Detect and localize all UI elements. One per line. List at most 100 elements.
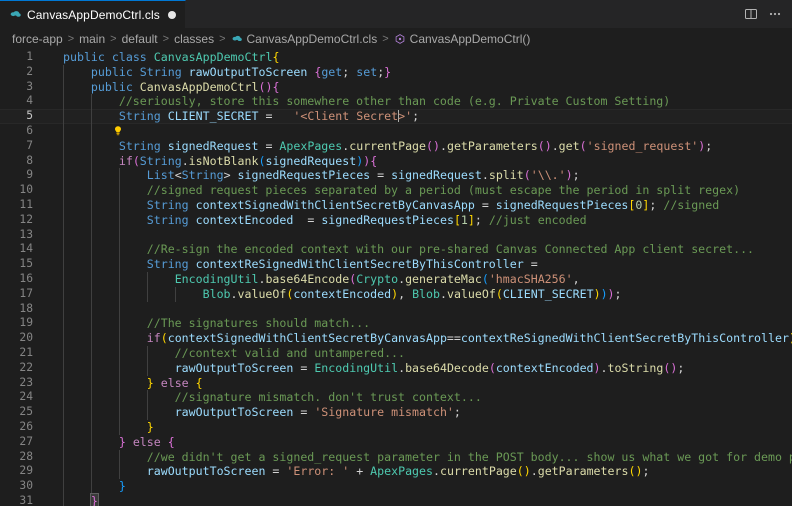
line-number: 21 — [19, 345, 33, 359]
breadcrumb-label: CanvasAppDemoCtrl() — [409, 32, 531, 46]
code-line[interactable]: 13 — [0, 227, 792, 243]
code-line[interactable]: 1 public class CanvasAppDemoCtrl{ — [0, 50, 792, 65]
code-line-active[interactable]: 5 String CLIENT_SECRET = '<Client Secret… — [0, 109, 792, 136]
line-content[interactable]: //we didn't get a signed_request paramet… — [63, 450, 792, 465]
line-content[interactable]: if(String.isNotBlank(signedRequest)){ — [63, 154, 377, 169]
line-content[interactable]: } else { — [63, 435, 175, 450]
code-editor[interactable]: 1 public class CanvasAppDemoCtrl{ 2 publ… — [0, 50, 792, 506]
breadcrumb-item-force-app[interactable]: force-app — [12, 32, 63, 46]
line-content[interactable] — [63, 124, 70, 139]
line-content[interactable]: //context valid and untampered... — [63, 346, 405, 361]
line-content[interactable] — [63, 228, 70, 243]
breadcrumb-label: main — [79, 32, 106, 46]
line-number: 7 — [26, 138, 33, 152]
code-line[interactable]: 16 EncodingUtil.base64Encode(Crypto.gene… — [0, 271, 792, 287]
line-number: 18 — [19, 301, 33, 315]
code-line[interactable]: 21 //context valid and untampered... — [0, 345, 792, 361]
line-content[interactable]: EncodingUtil.base64Encode(Crypto.generat… — [63, 272, 580, 287]
line-content[interactable]: List<String> signedRequestPieces = signe… — [63, 168, 580, 183]
code-line[interactable]: 30 } — [0, 479, 792, 494]
breadcrumb-item-default[interactable]: default — [122, 32, 158, 46]
line-number: 11 — [19, 197, 33, 211]
editor-tab-canvasappdemoctrl[interactable]: CanvasAppDemoCtrl.cls — [0, 0, 186, 28]
apex-file-icon — [9, 8, 22, 21]
line-number: 13 — [19, 227, 33, 241]
line-content[interactable]: String contextEncoded = signedRequestPie… — [63, 213, 587, 228]
line-content[interactable]: rawOutputToScreen = 'Error: ' + ApexPage… — [63, 464, 650, 479]
code-line[interactable]: 17 Blob.valueOf(contextEncoded), Blob.va… — [0, 286, 792, 302]
breadcrumb-item-classes[interactable]: classes — [174, 32, 214, 46]
line-number: 23 — [19, 375, 33, 389]
line-content[interactable]: } — [63, 420, 154, 435]
code-line[interactable]: 11 String contextSignedWithClientSecretB… — [0, 197, 792, 213]
line-number: 29 — [19, 464, 33, 478]
code-line[interactable]: 7 String signedRequest = ApexPages.curre… — [0, 138, 792, 154]
line-content[interactable]: Blob.valueOf(contextEncoded), Blob.value… — [63, 287, 622, 302]
quick-fix-lightbulb-icon[interactable] — [42, 110, 121, 136]
code-line[interactable]: 9 List<String> signedRequestPieces = sig… — [0, 168, 792, 184]
code-line[interactable]: 2 public String rawOutputToScreen {get; … — [0, 64, 792, 80]
code-line[interactable]: 8 if(String.isNotBlank(signedRequest)){ — [0, 153, 792, 169]
line-content[interactable]: public class CanvasAppDemoCtrl{ — [63, 50, 279, 65]
line-number: 4 — [26, 94, 33, 108]
code-lines[interactable]: 1 public class CanvasAppDemoCtrl{ 2 publ… — [0, 50, 792, 506]
line-content[interactable]: rawOutputToScreen = EncodingUtil.base64D… — [63, 361, 685, 376]
code-line[interactable]: 27 } else { — [0, 434, 792, 450]
breadcrumb-label: force-app — [12, 32, 63, 46]
breadcrumb-label: CanvasAppDemoCtrl.cls — [246, 32, 378, 46]
code-line[interactable]: 4 //seriously, store this somewhere othe… — [0, 94, 792, 110]
line-content[interactable]: String contextReSignedWithClientSecretBy… — [63, 257, 538, 272]
split-editor-right-icon[interactable] — [743, 6, 759, 22]
code-line[interactable]: 20 if(contextSignedWithClientSecretByCan… — [0, 331, 792, 346]
code-line[interactable]: 10 //signed request pieces separated by … — [0, 183, 792, 198]
code-line[interactable]: 15 String contextReSignedWithClientSecre… — [0, 257, 792, 272]
line-content[interactable]: public String rawOutputToScreen {get; se… — [63, 65, 391, 80]
line-number: 9 — [26, 168, 33, 182]
line-content[interactable]: rawOutputToScreen = 'Signature mismatch'… — [63, 405, 461, 420]
line-content[interactable]: //signature mismatch. don't trust contex… — [63, 390, 482, 405]
breadcrumb-item-main[interactable]: main — [79, 32, 105, 46]
code-line[interactable]: 18 — [0, 301, 792, 317]
editor-tab-label: CanvasAppDemoCtrl.cls — [27, 7, 160, 22]
breadcrumb-item-symbol[interactable]: CanvasAppDemoCtrl() — [394, 32, 531, 46]
code-line[interactable]: 26 } — [0, 419, 792, 435]
line-content[interactable]: } — [63, 479, 126, 494]
breadcrumb-label: default — [121, 32, 158, 46]
line-content[interactable]: } else { — [63, 376, 203, 391]
line-content[interactable]: public CanvasAppDemoCtrl(){ — [63, 80, 280, 95]
breadcrumb-separator: > — [382, 33, 389, 45]
code-line[interactable]: 23 } else { — [0, 375, 792, 391]
line-number: 22 — [19, 360, 33, 374]
line-content[interactable]: //The signatures should match... — [63, 316, 370, 331]
code-line[interactable]: 25 rawOutputToScreen = 'Signature mismat… — [0, 405, 792, 420]
breadcrumb-item-file[interactable]: CanvasAppDemoCtrl.cls — [231, 32, 378, 46]
code-line[interactable]: 14 //Re-sign the encoded context with ou… — [0, 242, 792, 258]
code-line[interactable]: 3 public CanvasAppDemoCtrl(){ — [0, 79, 792, 95]
line-number: 14 — [19, 242, 33, 256]
line-content[interactable]: String CLIENT_SECRET = '<Client Secret>'… — [63, 109, 419, 124]
code-line[interactable]: 29 rawOutputToScreen = 'Error: ' + ApexP… — [0, 464, 792, 480]
code-line[interactable]: 31 } — [0, 492, 792, 506]
line-number: 19 — [19, 316, 33, 330]
line-content[interactable]: if(contextSignedWithClientSecretByCanvas… — [63, 331, 792, 346]
code-line[interactable]: 24 //signature mismatch. don't trust con… — [0, 390, 792, 406]
more-actions-icon[interactable] — [767, 6, 783, 22]
line-content[interactable]: //Re-sign the encoded context with our p… — [63, 242, 754, 257]
line-content[interactable]: } — [63, 492, 99, 506]
unsaved-changes-dot[interactable] — [167, 10, 176, 19]
line-content[interactable] — [63, 302, 70, 317]
code-line[interactable]: 22 rawOutputToScreen = EncodingUtil.base… — [0, 360, 792, 376]
breadcrumb-separator: > — [110, 33, 117, 45]
line-number: 24 — [19, 390, 33, 404]
line-content[interactable]: //signed request pieces separated by a p… — [63, 183, 740, 198]
line-number: 17 — [19, 286, 33, 300]
code-line[interactable]: 6 — [0, 123, 792, 139]
code-line[interactable]: 12 String contextEncoded = signedRequest… — [0, 212, 792, 228]
line-content[interactable]: String contextSignedWithClientSecretByCa… — [63, 198, 719, 213]
line-content[interactable]: //seriously, store this somewhere other … — [63, 94, 670, 109]
editor-tab-actions — [743, 0, 792, 28]
line-number: 6 — [26, 123, 33, 137]
code-line[interactable]: 28 //we didn't get a signed_request para… — [0, 449, 792, 465]
line-content[interactable]: String signedRequest = ApexPages.current… — [63, 139, 712, 154]
code-line[interactable]: 19 //The signatures should match... — [0, 316, 792, 332]
